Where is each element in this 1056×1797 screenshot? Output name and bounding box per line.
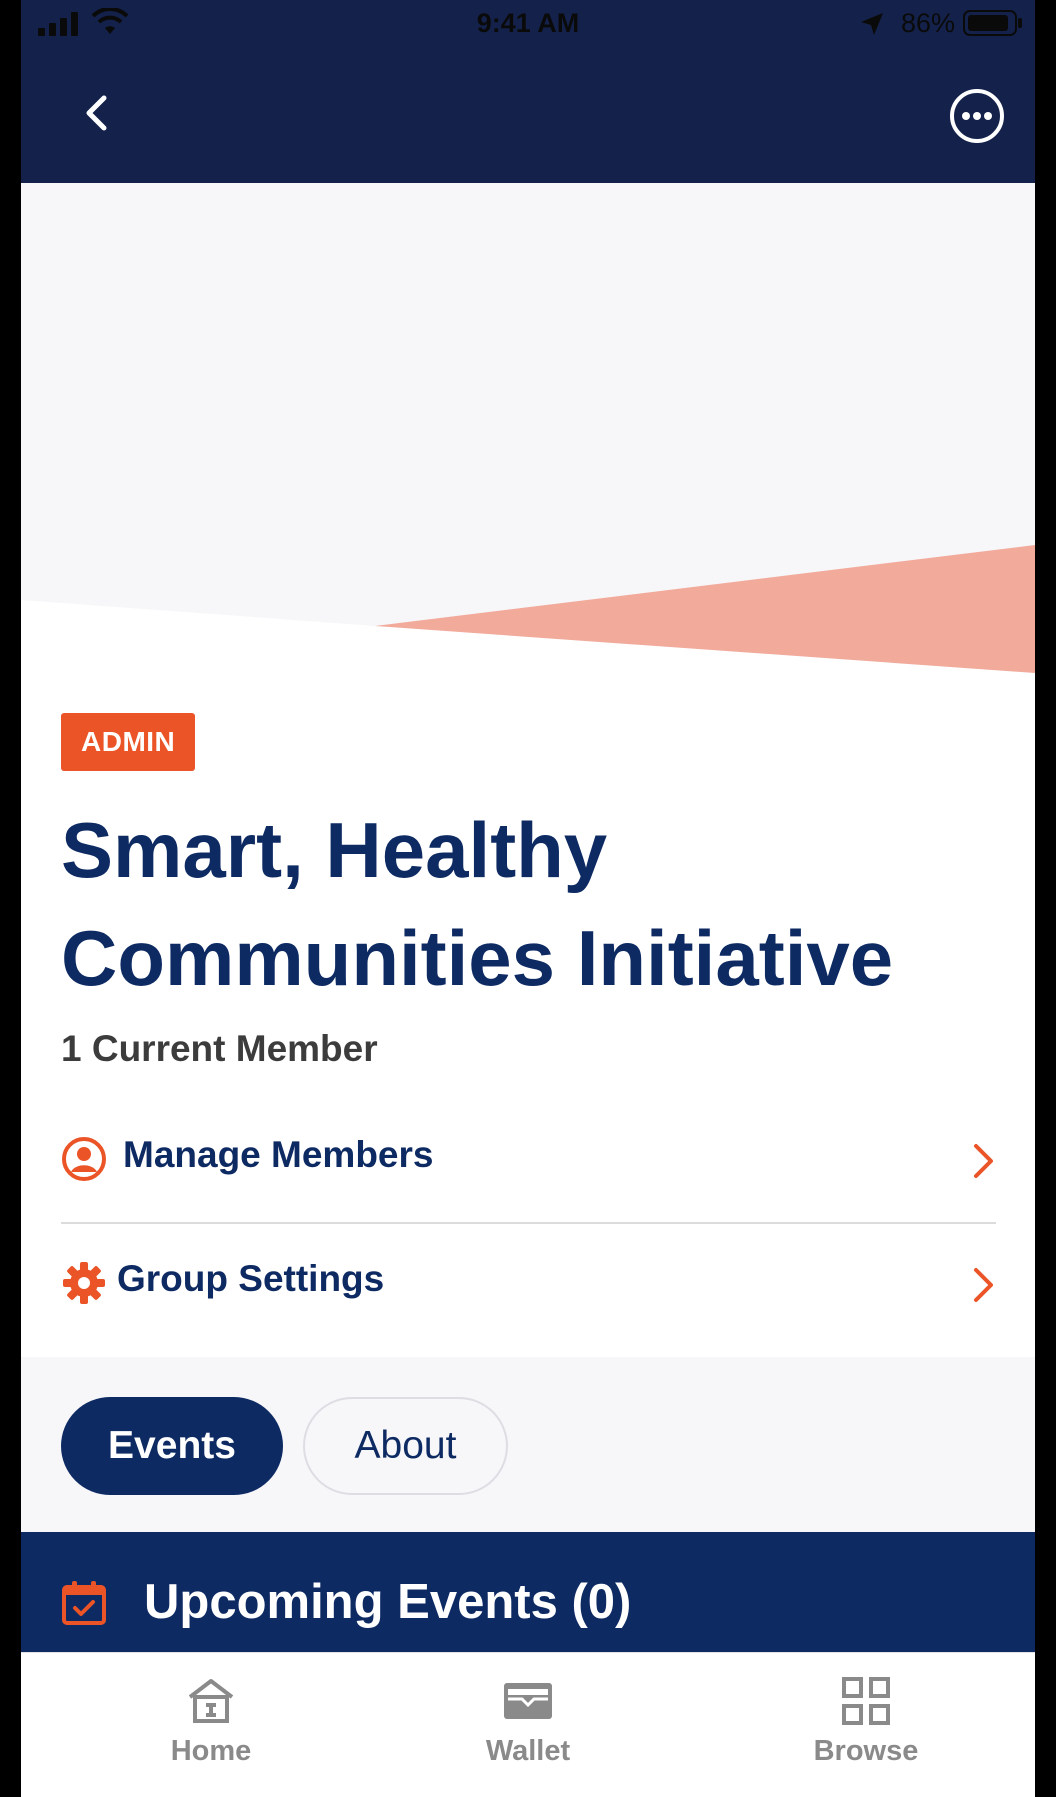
admin-badge: ADMIN xyxy=(61,713,196,771)
battery-percentage: 86% xyxy=(900,8,955,38)
divider xyxy=(61,1222,996,1224)
back-button[interactable] xyxy=(73,88,123,138)
tabbar-home-label: Home xyxy=(170,1735,252,1767)
navigation-bar: 9:41 AM 86% xyxy=(21,0,1035,183)
group-title-line1: Smart, Healthy xyxy=(61,806,608,894)
app-screen: 9:41 AM 86% ADMIN Smart, Healthy Communi… xyxy=(21,0,1035,1797)
upcoming-events-header[interactable]: Upcoming Events (0) xyxy=(21,1532,1035,1652)
tabbar-browse[interactable]: Browse xyxy=(766,1677,966,1768)
wallet-icon xyxy=(504,1683,552,1719)
chevron-right-icon xyxy=(974,1144,993,1178)
group-settings-row[interactable]: Group Settings xyxy=(61,1228,996,1338)
member-count: 1 Current Member xyxy=(61,1028,378,1069)
location-arrow-icon xyxy=(861,13,883,35)
cover-graphic xyxy=(21,545,1035,683)
group-settings-label: Group Settings xyxy=(117,1258,385,1299)
bottom-tab-bar: Home Wallet Browse xyxy=(21,1652,1035,1797)
home-icon xyxy=(188,1679,234,1723)
group-cover-image xyxy=(21,183,1035,683)
manage-members-label: Manage Members xyxy=(123,1134,434,1175)
segment-tabs: Events About xyxy=(21,1357,1035,1532)
chevron-right-icon xyxy=(974,1268,993,1302)
battery-icon xyxy=(963,10,1022,36)
tabbar-wallet[interactable]: Wallet xyxy=(428,1677,628,1768)
tabbar-home[interactable]: Home xyxy=(111,1677,311,1768)
tabbar-browse-label: Browse xyxy=(813,1735,919,1767)
status-bar: 9:41 AM 86% xyxy=(21,0,1035,48)
gear-icon xyxy=(63,1262,105,1304)
tabbar-wallet-label: Wallet xyxy=(485,1735,571,1767)
calendar-check-icon xyxy=(62,1581,106,1625)
tab-events[interactable]: Events xyxy=(61,1397,283,1495)
more-options-button[interactable] xyxy=(949,88,1005,144)
grid-icon xyxy=(842,1677,890,1725)
upcoming-events-label: Upcoming Events (0) xyxy=(144,1575,632,1629)
tab-about[interactable]: About xyxy=(303,1397,508,1495)
group-title-line2: Communities Initiative xyxy=(61,914,894,1002)
person-circle-icon xyxy=(62,1137,106,1181)
manage-members-row[interactable]: Manage Members xyxy=(61,1104,996,1214)
group-title: Smart, Healthy Communities Initiative xyxy=(61,796,1001,1012)
